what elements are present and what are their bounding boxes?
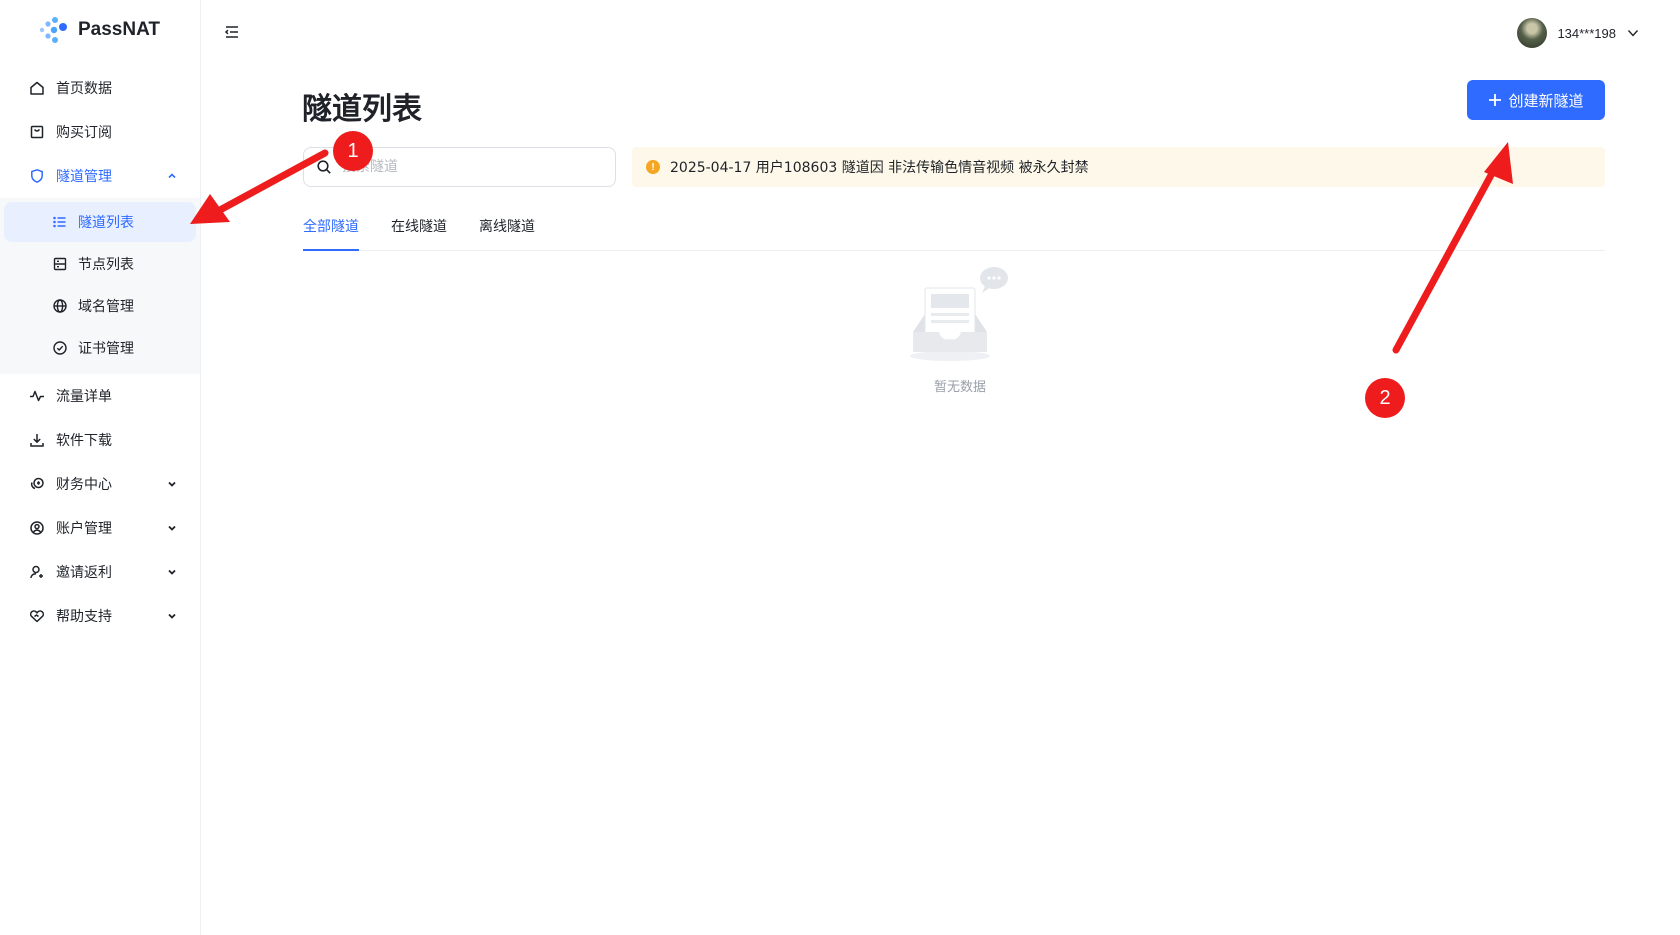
- username: 134***198: [1557, 25, 1616, 41]
- user-circle-icon: [28, 519, 46, 537]
- sidebar-item-label: 账户管理: [56, 521, 112, 537]
- collapse-sidebar-button[interactable]: [222, 22, 242, 42]
- user-plus-icon: [28, 563, 46, 581]
- sidebar-item-label: 财务中心: [56, 477, 112, 493]
- chevron-up-icon: [166, 170, 178, 182]
- create-tunnel-button[interactable]: 创建新隧道: [1467, 80, 1605, 120]
- sidebar-item-certificate-management[interactable]: 证书管理: [4, 328, 196, 368]
- menu-fold-icon: [224, 26, 238, 38]
- sidebar-item-purchase[interactable]: 购买订阅: [0, 110, 200, 154]
- warning-icon: !: [646, 160, 660, 174]
- empty-state-text: 暂无数据: [933, 380, 986, 395]
- server-icon: [52, 256, 68, 272]
- plus-icon: [1489, 94, 1502, 106]
- avatar: [1517, 18, 1548, 48]
- sidebar-item-home[interactable]: 首页数据: [0, 66, 200, 110]
- passnat-logo-icon: [39, 17, 67, 43]
- chevron-down-icon: [166, 478, 178, 490]
- sidebar-item-label: 软件下载: [56, 433, 112, 449]
- sidebar-item-finance-center[interactable]: 财务中心: [0, 462, 200, 506]
- sidebar-item-referral-rewards[interactable]: 邀请返利: [0, 550, 200, 594]
- activity-icon: [28, 387, 46, 405]
- sidebar-menu: 首页数据 购买订阅 隧道管理 隧道列表 节点列表 域名管理 证书管理 流量详单 …: [0, 66, 200, 638]
- sidebar: PassNAT 首页数据 购买订阅 隧道管理 隧道列表 节点列表 域名管理 证书…: [0, 0, 201, 935]
- sidebar-item-label: 邀请返利: [56, 565, 112, 581]
- sidebar-item-tunnel-management[interactable]: 隧道管理: [0, 154, 200, 198]
- chevron-down-icon: [166, 566, 178, 578]
- sidebar-item-label: 帮助支持: [56, 609, 112, 625]
- empty-state: 暂无数据: [905, 266, 1015, 395]
- sidebar-item-label: 域名管理: [78, 299, 134, 315]
- globe-icon: [52, 298, 68, 314]
- download-icon: [28, 431, 46, 449]
- check-badge-icon: [52, 340, 68, 356]
- sidebar-item-label: 节点列表: [78, 257, 134, 273]
- notice-text: 2025-04-17 用户108603 隧道因 非法传输色情音视频 被永久封禁: [670, 160, 1089, 176]
- search-icon: [317, 160, 331, 174]
- heart-hand-icon: [28, 607, 46, 625]
- sidebar-item-traffic-details[interactable]: 流量详单: [0, 374, 200, 418]
- tunnel-submenu: 隧道列表 节点列表 域名管理 证书管理: [0, 198, 200, 374]
- list-icon: [52, 214, 68, 230]
- page-title: 隧道列表: [302, 92, 422, 127]
- sidebar-item-label: 隧道管理: [56, 169, 112, 185]
- sidebar-item-label: 证书管理: [78, 341, 134, 357]
- tab-all-tunnels[interactable]: 全部隧道: [303, 212, 359, 251]
- chevron-down-icon: [166, 522, 178, 534]
- sidebar-item-label: 流量详单: [56, 389, 112, 405]
- chevron-down-icon: [1627, 30, 1639, 37]
- user-menu[interactable]: 134***198: [1517, 18, 1640, 48]
- sidebar-item-label: 首页数据: [56, 81, 112, 97]
- tab-offline-tunnels[interactable]: 离线隧道: [479, 212, 535, 250]
- annotation-overlay: [190, 142, 1513, 354]
- create-tunnel-label: 创建新隧道: [1508, 92, 1584, 110]
- search-input[interactable]: [340, 158, 604, 176]
- app-name: PassNAT: [78, 19, 161, 40]
- home-icon: [28, 79, 46, 97]
- sidebar-item-label: 购买订阅: [56, 125, 112, 141]
- sidebar-item-label: 隧道列表: [78, 215, 134, 231]
- annotation-marker-2: 2: [1365, 378, 1405, 418]
- sidebar-item-domain-management[interactable]: 域名管理: [4, 286, 196, 326]
- shield-icon: [28, 167, 46, 185]
- tunnel-tabs: 全部隧道 在线隧道 离线隧道: [303, 212, 1605, 251]
- annotation-marker-1: 1: [333, 131, 373, 171]
- tab-online-tunnels[interactable]: 在线隧道: [391, 212, 447, 250]
- empty-inbox-icon: [910, 267, 1008, 361]
- sidebar-item-account-management[interactable]: 账户管理: [0, 506, 200, 550]
- chevron-down-icon: [166, 610, 178, 622]
- sidebar-item-tunnel-list[interactable]: 隧道列表: [4, 202, 196, 242]
- sidebar-item-software-download[interactable]: 软件下载: [0, 418, 200, 462]
- shopping-bag-icon: [28, 123, 46, 141]
- sidebar-item-help-support[interactable]: 帮助支持: [0, 594, 200, 638]
- app-logo[interactable]: PassNAT: [38, 16, 160, 44]
- notice-banner: ! 2025-04-17 用户108603 隧道因 非法传输色情音视频 被永久封…: [632, 147, 1605, 187]
- sidebar-item-node-list[interactable]: 节点列表: [4, 244, 196, 284]
- finance-icon: [28, 475, 46, 493]
